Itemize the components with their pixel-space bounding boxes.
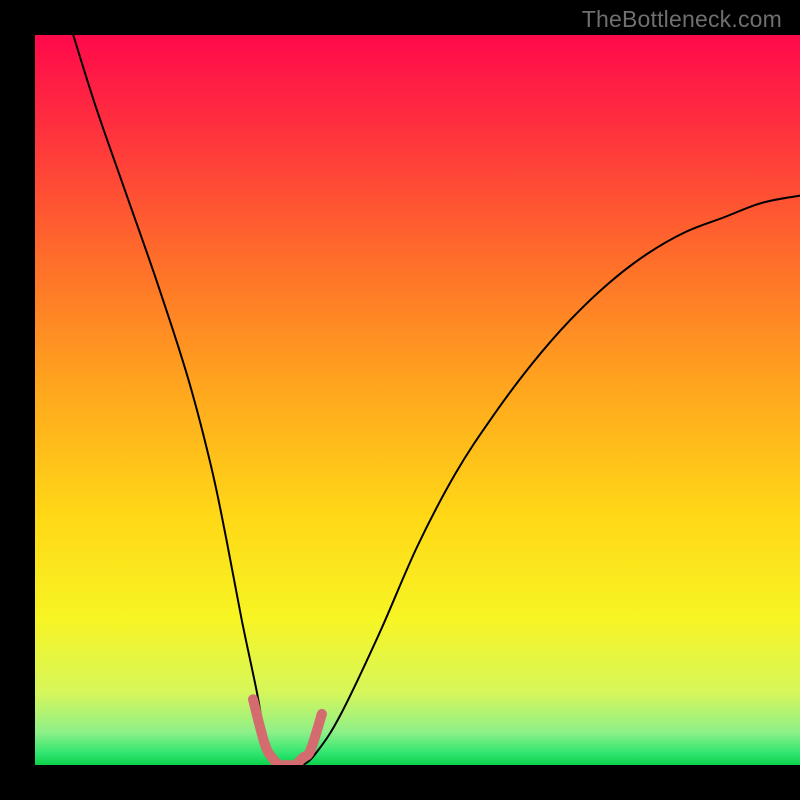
watermark-text: TheBottleneck.com (582, 6, 782, 33)
chart-container: TheBottleneck.com (0, 0, 800, 800)
chart-svg (0, 0, 800, 800)
gradient-background (35, 35, 800, 765)
